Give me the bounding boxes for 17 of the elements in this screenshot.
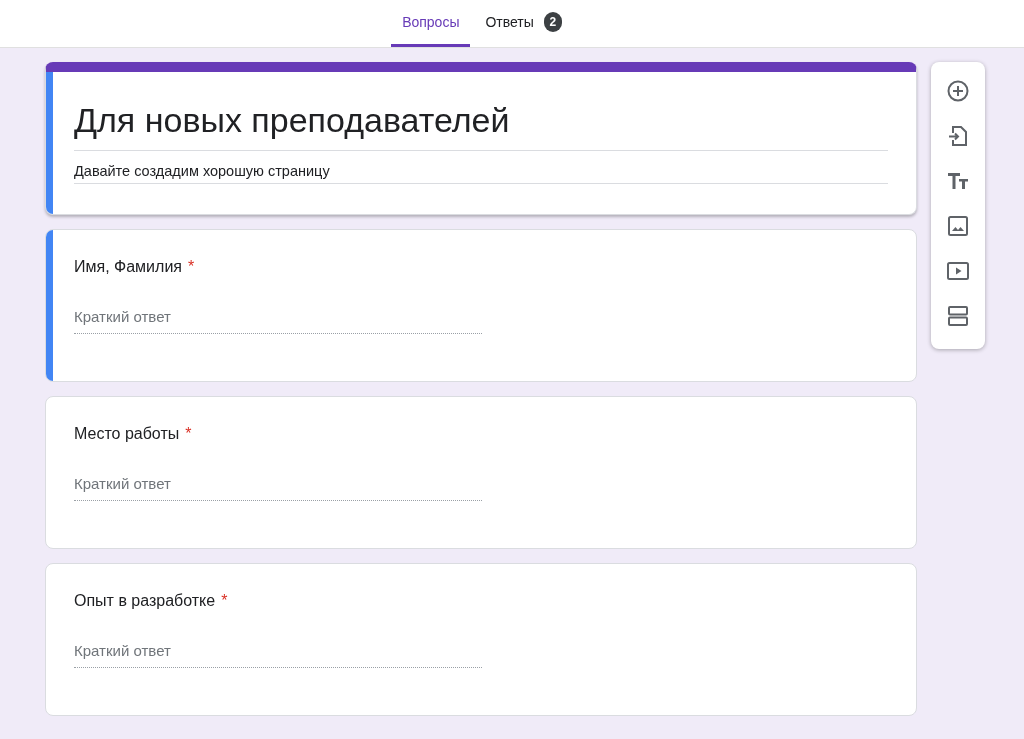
question-title: Имя, Фамилия — [74, 258, 182, 276]
tab[interactable]: Вопросы — [391, 0, 471, 47]
question-title: Место работы — [74, 425, 180, 443]
form-title[interactable]: Для новых преподавателей — [74, 98, 888, 151]
question-card[interactable]: Имя, Фамилия * Краткий ответ — [45, 229, 917, 382]
short-answer-field[interactable]: Краткий ответ — [74, 638, 482, 668]
count-badge: 2 — [543, 12, 562, 32]
question-card[interactable]: Место работы * Краткий ответ — [45, 396, 917, 549]
required-mark: * — [188, 258, 195, 276]
question-title: Опыт в разработке — [74, 592, 216, 610]
tab[interactable]: Ответы 2 — [474, 0, 573, 47]
short-answer-field[interactable]: Краткий ответ — [74, 304, 482, 334]
required-mark: * — [221, 592, 228, 610]
short-answer-field[interactable]: Краткий ответ — [74, 471, 482, 501]
required-mark: * — [185, 425, 192, 443]
question-card[interactable]: Опыт в разработке * Краткий ответ — [45, 563, 917, 716]
form-description[interactable]: Давайте создадим хорошую страницу — [74, 163, 888, 184]
